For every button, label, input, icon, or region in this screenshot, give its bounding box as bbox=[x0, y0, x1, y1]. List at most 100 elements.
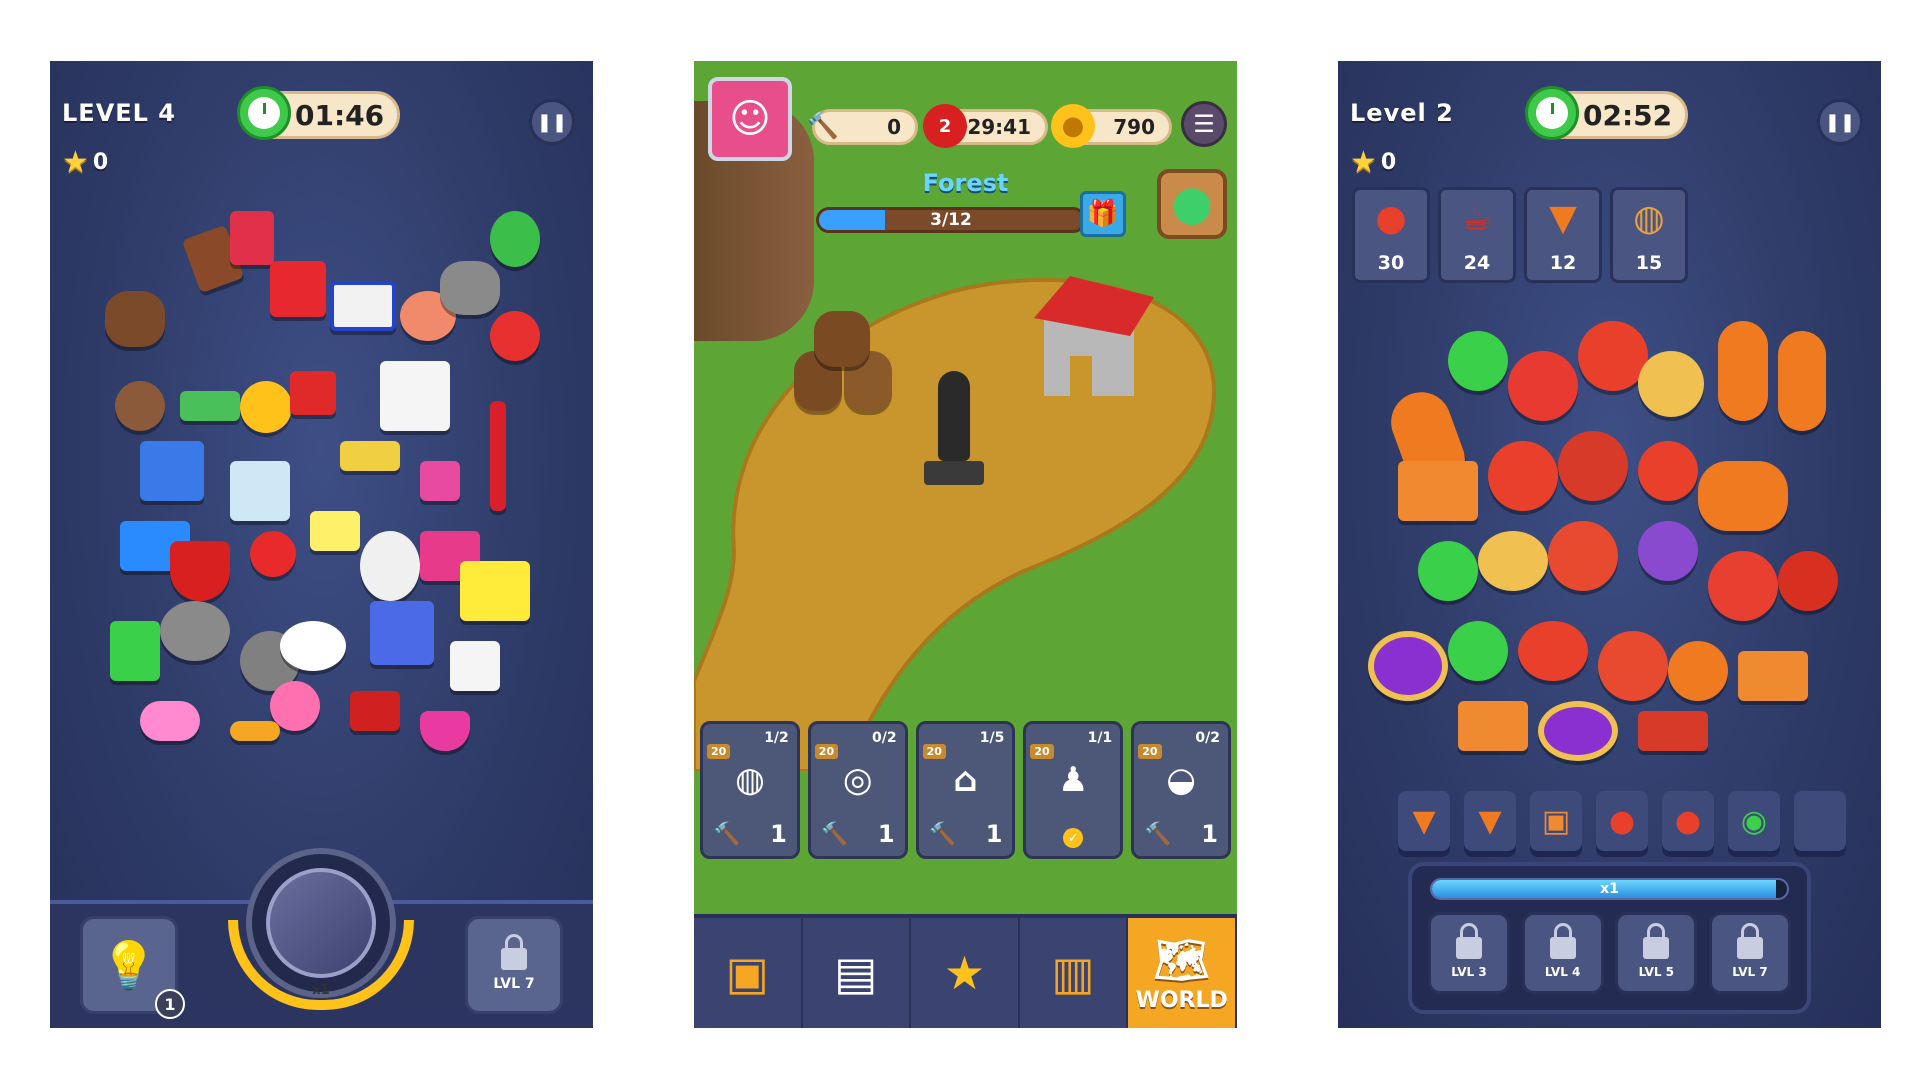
house-object[interactable] bbox=[1034, 276, 1154, 406]
pile-object[interactable] bbox=[230, 721, 280, 741]
pile-object[interactable] bbox=[1598, 631, 1668, 701]
pile-object[interactable] bbox=[340, 441, 400, 471]
pile-object[interactable] bbox=[490, 211, 540, 267]
locked-booster-label: LVL 4 bbox=[1544, 965, 1581, 979]
pile-object[interactable] bbox=[140, 441, 204, 501]
nav-world-button[interactable]: 🗺 WORLD bbox=[1128, 918, 1237, 1028]
pile-object[interactable] bbox=[1478, 531, 1548, 591]
pile-object[interactable] bbox=[1778, 551, 1838, 611]
pile-object[interactable] bbox=[440, 261, 500, 315]
pile-object[interactable] bbox=[310, 511, 360, 551]
locked-booster-label: LVL 3 bbox=[1451, 965, 1487, 979]
pile-object[interactable] bbox=[380, 361, 450, 431]
hint-button[interactable]: 💡 1 bbox=[80, 916, 185, 1019]
pile-object[interactable] bbox=[170, 541, 230, 601]
pile-object[interactable] bbox=[490, 311, 540, 361]
card-reward: 20 bbox=[1030, 744, 1054, 759]
pile-object[interactable] bbox=[1508, 351, 1578, 421]
tray-slot-carrot: ▼ bbox=[1464, 791, 1516, 851]
pile-object[interactable] bbox=[230, 461, 290, 521]
pile-object[interactable] bbox=[350, 691, 400, 731]
coin-counter[interactable]: ● 790 bbox=[1051, 104, 1172, 148]
pile-object[interactable] bbox=[1548, 521, 1618, 591]
card-cost: 1 bbox=[877, 820, 895, 848]
pile-object[interactable] bbox=[230, 211, 274, 265]
mug-icon: ☕ bbox=[1460, 198, 1494, 239]
pile-object[interactable] bbox=[420, 711, 470, 751]
pile-object[interactable] bbox=[1368, 631, 1448, 701]
pile-object[interactable] bbox=[1738, 651, 1808, 701]
pile-object[interactable] bbox=[1518, 621, 1588, 681]
nav-leaderboard-button[interactable]: ▥ bbox=[1020, 918, 1129, 1028]
pile-object[interactable] bbox=[490, 401, 506, 511]
lives-timer: 29:41 bbox=[967, 115, 1031, 139]
nav-shop-button[interactable]: ▣ bbox=[694, 918, 803, 1028]
build-card-house[interactable]: 20 1/5 ⌂ 🔨 1 bbox=[915, 721, 1016, 859]
pile-object[interactable] bbox=[450, 641, 500, 691]
card-reward: 20 bbox=[1138, 744, 1162, 759]
pile-object[interactable] bbox=[240, 381, 292, 433]
pile-object[interactable] bbox=[1698, 461, 1788, 531]
pile-object[interactable] bbox=[460, 561, 530, 621]
pile-object[interactable] bbox=[1558, 431, 1628, 501]
pile-object[interactable] bbox=[1448, 331, 1508, 391]
pile-object[interactable] bbox=[1538, 701, 1618, 761]
pile-object[interactable] bbox=[1638, 351, 1704, 417]
lives-counter[interactable]: 2 29:41 bbox=[923, 104, 1048, 148]
area-title: Forest bbox=[922, 169, 1009, 197]
pile-object[interactable] bbox=[290, 371, 336, 415]
pile-object[interactable] bbox=[180, 391, 240, 421]
pile-object[interactable] bbox=[140, 701, 200, 741]
build-card-cart[interactable]: 20 0/2 ◎ 🔨 1 bbox=[807, 721, 908, 859]
cart-icon: ◎ bbox=[842, 760, 873, 800]
player-avatar[interactable]: ☺ bbox=[708, 77, 792, 161]
pause-button[interactable]: ❚❚ bbox=[1817, 99, 1863, 145]
combo-multiplier: x1 bbox=[1600, 881, 1619, 897]
collection-tray: ▼ ▼ ▣ ● ● ◉ bbox=[1398, 791, 1846, 851]
barrels-object[interactable] bbox=[794, 311, 904, 421]
menu-button[interactable]: ☰ bbox=[1181, 101, 1227, 147]
pile-object[interactable] bbox=[1708, 551, 1778, 621]
pause-button[interactable]: ❚❚ bbox=[529, 99, 575, 145]
hamburger-icon: ☰ bbox=[1193, 110, 1215, 138]
locked-booster-button[interactable]: LVL 7 bbox=[465, 916, 563, 1014]
gift-icon[interactable]: 🎁 bbox=[1080, 191, 1126, 237]
collect-magnet-button[interactable] bbox=[246, 848, 396, 998]
build-card-barrels[interactable]: 20 1/2 ◍ 🔨 1 bbox=[700, 721, 800, 859]
pile-object[interactable] bbox=[1418, 541, 1478, 601]
pile-object[interactable] bbox=[1638, 521, 1698, 581]
locked-booster-button[interactable]: LVL 4 bbox=[1521, 912, 1604, 994]
locked-booster-button[interactable]: LVL 5 bbox=[1615, 912, 1698, 994]
locked-booster-button[interactable]: LVL 3 bbox=[1428, 912, 1510, 994]
pile-object[interactable] bbox=[1448, 621, 1508, 681]
pile-object[interactable] bbox=[110, 621, 160, 681]
pile-object[interactable] bbox=[1668, 641, 1728, 701]
pile-object[interactable] bbox=[160, 601, 230, 661]
pile-object[interactable] bbox=[105, 291, 165, 347]
pile-object[interactable] bbox=[1778, 331, 1826, 431]
build-card-well[interactable]: 20 0/2 ◒ 🔨 1 bbox=[1131, 721, 1231, 859]
pile-object[interactable] bbox=[250, 531, 296, 577]
nav-stars-button[interactable]: ★ bbox=[911, 918, 1020, 1028]
lives-count: 2 bbox=[938, 115, 952, 137]
statue-object[interactable] bbox=[924, 371, 984, 501]
pile-object[interactable] bbox=[420, 461, 460, 501]
pile-object[interactable] bbox=[1488, 441, 1558, 511]
pile-object[interactable] bbox=[270, 261, 326, 317]
locked-booster-button[interactable]: LVL 7 bbox=[1708, 912, 1791, 994]
build-card-statue[interactable]: 20 1/1 ♟ ✓ bbox=[1023, 721, 1124, 859]
pile-object[interactable] bbox=[1638, 711, 1708, 751]
pile-object[interactable] bbox=[360, 531, 420, 601]
map-pin-button[interactable]: ⬤ bbox=[1157, 169, 1227, 239]
pile-object[interactable] bbox=[115, 381, 165, 431]
pile-object[interactable] bbox=[280, 621, 346, 671]
pile-object[interactable] bbox=[1458, 701, 1528, 751]
pile-object[interactable] bbox=[1398, 461, 1478, 521]
pile-object[interactable] bbox=[330, 281, 396, 331]
pile-object[interactable] bbox=[370, 601, 434, 665]
nav-cards-button[interactable]: ▤ bbox=[803, 918, 912, 1028]
hammer-counter[interactable]: 🔨 0 bbox=[807, 109, 918, 145]
pile-object[interactable] bbox=[1718, 321, 1768, 421]
locked-booster-label: LVL 5 bbox=[1638, 965, 1675, 979]
pile-object[interactable] bbox=[1638, 441, 1698, 501]
